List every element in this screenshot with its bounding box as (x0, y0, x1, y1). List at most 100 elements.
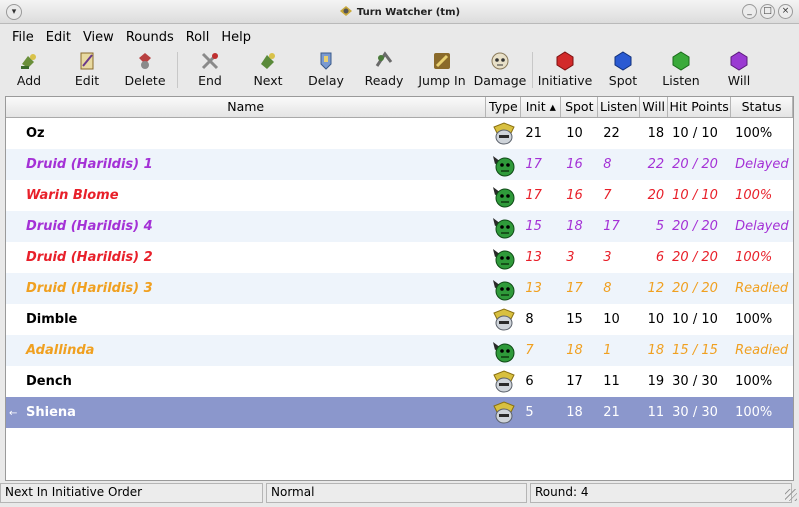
row-spot: 15 (566, 312, 583, 327)
initiative-roll-button[interactable]: Initiative (536, 50, 594, 88)
column-header-type[interactable]: Type (486, 97, 522, 117)
title-bar: ▾ Turn Watcher (tm) _ □ × (0, 0, 799, 24)
row-listen: 1 (603, 343, 612, 358)
row-init: 15 (525, 219, 542, 234)
row-listen: 8 (603, 281, 612, 296)
row-will: 12 (647, 281, 665, 296)
column-header-hit-points[interactable]: Hit Points (668, 97, 732, 117)
spot-die-icon (614, 51, 632, 71)
row-will: 20 (647, 188, 665, 203)
menu-edit[interactable]: Edit (40, 28, 77, 48)
row-listen: 10 (603, 312, 620, 327)
row-will: 18 (647, 126, 665, 141)
add-button[interactable]: Add (0, 50, 58, 88)
row-hit-points: 20 / 20 (672, 219, 718, 234)
row-listen: 21 (603, 405, 620, 420)
next-icon (261, 53, 275, 69)
row-init: 17 (525, 157, 542, 172)
row-listen: 22 (603, 126, 620, 141)
table-row[interactable]: Warin Blome 17 16 7 20 10 / 10 100% (6, 180, 793, 211)
resize-grip[interactable] (785, 489, 797, 501)
will-roll-button[interactable]: Will (710, 50, 768, 88)
row-init: 8 (525, 312, 534, 327)
next-button[interactable]: Next (239, 50, 297, 88)
minimize-button[interactable]: _ (742, 4, 757, 19)
edit-button[interactable]: Edit (58, 50, 116, 88)
monster-type-icon (486, 152, 521, 178)
table-row[interactable]: Adallinda 7 18 1 18 15 / 15 Readied (6, 335, 793, 366)
menu-help[interactable]: Help (215, 28, 257, 48)
row-status: 100% (735, 312, 773, 327)
row-status: Delayed (735, 157, 789, 172)
column-header-will[interactable]: Will (640, 97, 669, 117)
row-will: 19 (647, 374, 665, 389)
column-header-spot[interactable]: Spot (561, 97, 599, 117)
row-hit-points: 10 / 10 (672, 188, 718, 203)
delay-icon (320, 52, 332, 70)
monster-type-icon (486, 183, 521, 209)
table-row[interactable]: Druid (Harildis) 1 17 16 8 22 20 / 20 Delayed (6, 149, 793, 180)
damage-icon (491, 52, 509, 70)
row-name: Druid (Harildis) 3 (26, 281, 153, 296)
status-hint: Next In Initiative Order (0, 483, 263, 503)
status-mode: Normal (266, 483, 527, 503)
monster-type-icon (486, 214, 521, 240)
row-init: 17 (525, 188, 542, 203)
delete-button[interactable]: Delete (116, 50, 174, 88)
row-will: 18 (647, 343, 665, 358)
row-hit-points: 30 / 30 (672, 374, 718, 389)
row-will: 11 (647, 405, 665, 420)
menu-rounds[interactable]: Rounds (120, 28, 180, 48)
row-spot: 17 (566, 374, 583, 389)
row-listen: 8 (603, 157, 612, 172)
table-row[interactable]: ← Shiena 5 18 21 11 30 / 30 100% (6, 397, 793, 428)
row-init: 13 (525, 250, 542, 265)
column-header-status[interactable]: Status (731, 97, 793, 117)
maximize-button[interactable]: □ (760, 4, 775, 19)
listen-roll-button[interactable]: Listen (652, 50, 710, 88)
row-listen: 7 (603, 188, 612, 203)
row-hit-points: 10 / 10 (672, 312, 718, 327)
row-name: Dimble (26, 312, 78, 327)
table-header: Name Type Init ▴ Spot Listen Will Hit Po… (6, 97, 793, 118)
row-spot: 18 (566, 343, 583, 358)
menu-file[interactable]: File (6, 28, 40, 48)
jump-in-button[interactable]: Jump In (413, 50, 471, 88)
row-hit-points: 10 / 10 (672, 126, 718, 141)
row-status: 100% (735, 250, 773, 265)
will-die-icon (730, 51, 748, 71)
row-hit-points: 20 / 20 (672, 281, 718, 296)
menu-roll[interactable]: Roll (180, 28, 216, 48)
table-body: Oz 21 10 22 18 10 / 10 100% Druid (Harildis) 11… (6, 118, 793, 428)
initiative-die-icon (556, 51, 574, 71)
close-button[interactable]: × (778, 4, 793, 19)
column-header-listen[interactable]: Listen (598, 97, 641, 117)
table-row[interactable]: Druid (Harildis) 4 15 18 17 5 20 / 20 Delayed (6, 211, 793, 242)
row-spot: 18 (566, 405, 583, 420)
row-listen: 3 (603, 250, 612, 265)
row-name: Druid (Harildis) 2 (26, 250, 153, 265)
row-name: Oz (26, 126, 45, 141)
table-row[interactable]: Dimble 8 15 10 10 10 / 10 100% (6, 304, 793, 335)
row-init: 7 (525, 343, 534, 358)
table-row[interactable]: Druid (Harildis) 2 13 3 3 6 20 / 20 100% (6, 242, 793, 273)
row-status: 100% (735, 188, 773, 203)
delay-button[interactable]: Delay (297, 50, 355, 88)
add-icon (21, 54, 36, 69)
edit-icon (80, 52, 94, 70)
column-header-name[interactable]: Name (6, 97, 487, 117)
row-status: 100% (735, 405, 773, 420)
menu-view[interactable]: View (77, 28, 120, 48)
table-row[interactable]: Dench 6 17 11 19 30 / 30 100% (6, 366, 793, 397)
ready-button[interactable]: Ready (355, 50, 413, 88)
table-row[interactable]: Druid (Harildis) 3 13 17 8 12 20 / 20 Readied (6, 273, 793, 304)
initiative-table[interactable]: Name Type Init ▴ Spot Listen Will Hit Po… (5, 96, 794, 481)
column-header-init[interactable]: Init ▴ (521, 97, 562, 117)
table-row[interactable]: Oz 21 10 22 18 10 / 10 100% (6, 118, 793, 149)
row-listen: 17 (603, 219, 620, 234)
damage-button[interactable]: Damage (471, 50, 529, 88)
monster-type-icon (486, 245, 521, 271)
spot-roll-button[interactable]: Spot (594, 50, 652, 88)
row-name: Druid (Harildis) 1 (26, 157, 153, 172)
end-button[interactable]: End (181, 50, 239, 88)
